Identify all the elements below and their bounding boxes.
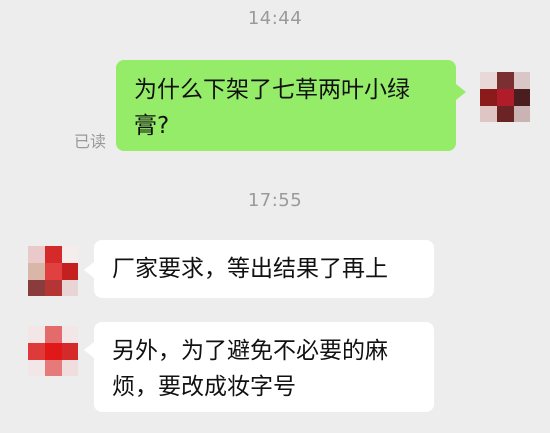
read-status: 已读 [74,132,107,151]
timestamp: 14:44 [247,8,303,29]
avatar[interactable] [28,326,78,376]
message-text: 另外，为了避免不必要的麻烦，要改成妆字号 [112,338,388,400]
avatar[interactable] [480,72,530,122]
message-text: 为什么下架了七草两叶小绿膏? [134,77,410,139]
timestamp: 17:55 [247,190,303,211]
bubble-tail [456,84,466,100]
message-bubble[interactable]: 为什么下架了七草两叶小绿膏? [116,60,456,151]
bubble-tail [84,342,94,358]
message-bubble[interactable]: 厂家要求，等出结果了再上 [94,240,434,298]
bubble-tail [84,262,94,278]
message-text: 厂家要求，等出结果了再上 [112,256,388,282]
avatar[interactable] [28,246,78,296]
message-bubble[interactable]: 另外，为了避免不必要的麻烦，要改成妆字号 [94,322,434,412]
